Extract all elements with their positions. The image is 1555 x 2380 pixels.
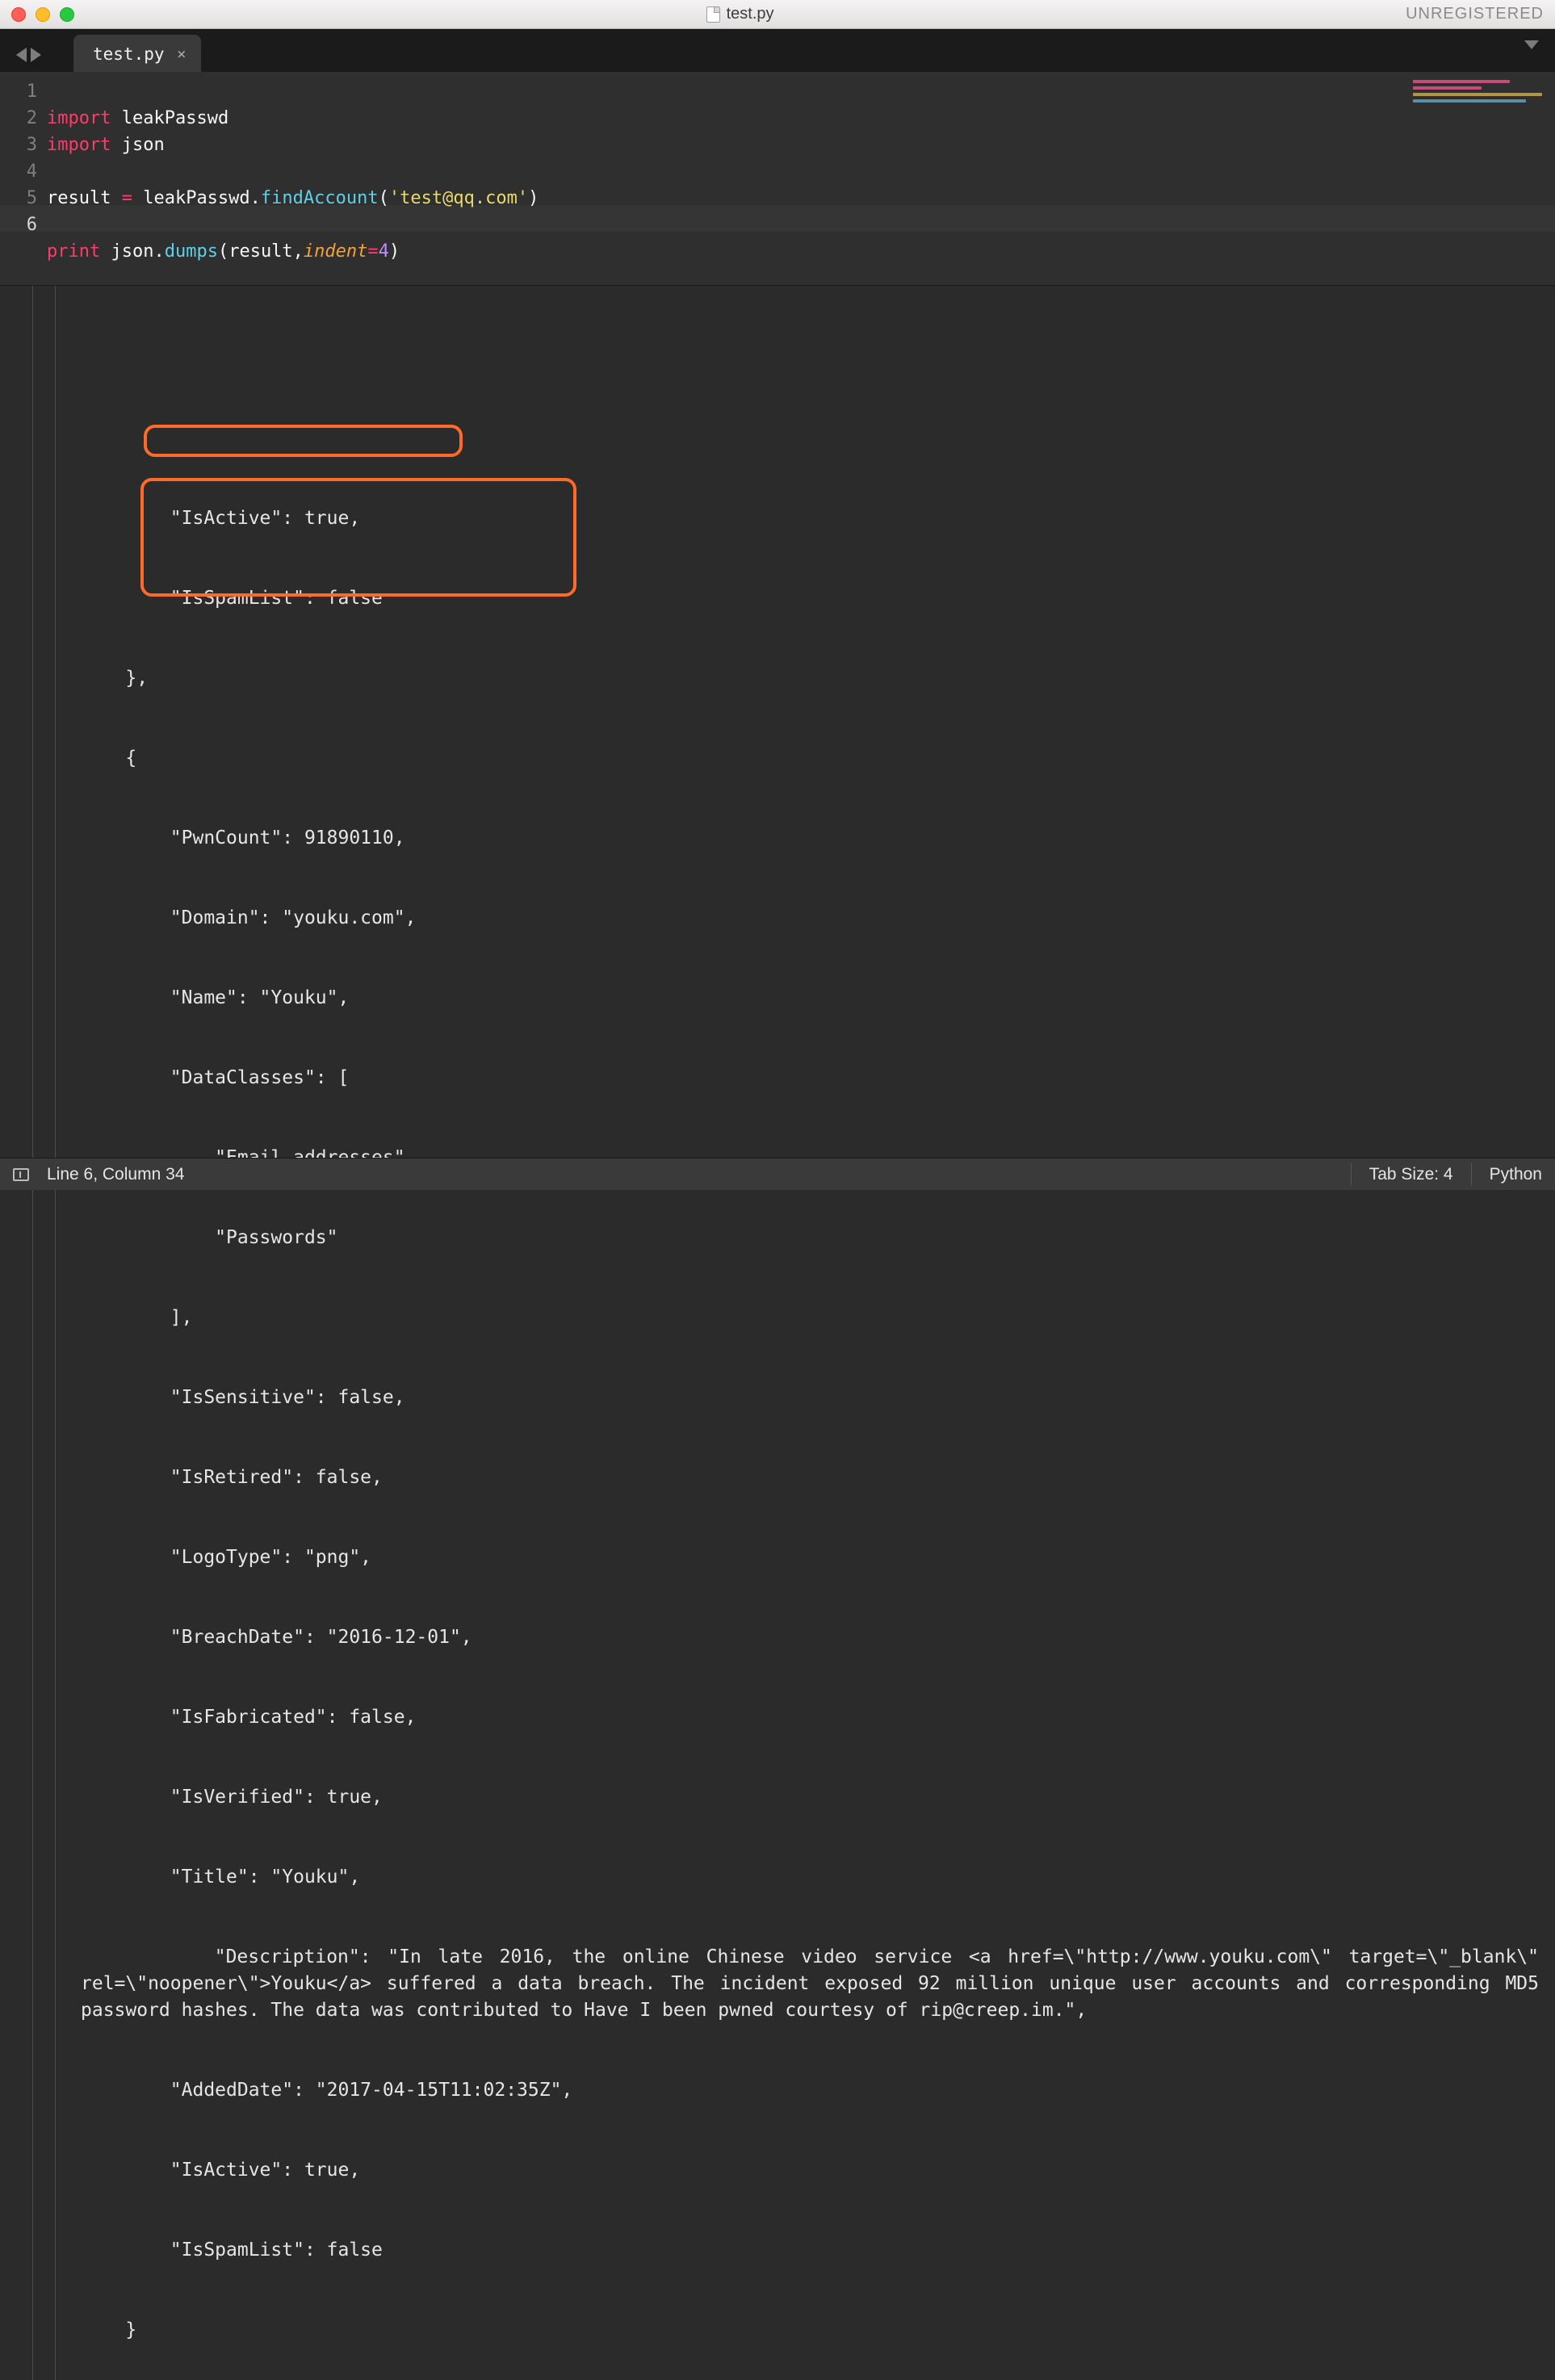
build-output-panel[interactable]: "IsActive": true, "IsSpamList": false },… — [0, 286, 1555, 2380]
code-op: = — [367, 241, 378, 262]
status-bar: Line 6, Column 34 Tab Size: 4 Python — [0, 1158, 1555, 1190]
nav-arrows — [8, 48, 49, 72]
code-ident: json — [100, 241, 153, 262]
code-ident: result — [47, 188, 122, 208]
output-line: "Name": "Youku", — [16, 985, 1539, 1012]
output-line: "Domain": "youku.com", — [16, 905, 1539, 932]
window-title: test.py — [74, 5, 1406, 23]
output-line: "IsRetired": false, — [16, 1464, 1539, 1491]
minimap[interactable] — [1413, 77, 1550, 113]
tab-label: test.py — [93, 44, 165, 64]
output-line: ], — [16, 1305, 1539, 1331]
tab-test-py[interactable]: test.py × — [73, 35, 201, 72]
line-number: 2 — [0, 105, 37, 132]
line-number-gutter: 1 2 3 4 5 6 — [0, 78, 47, 265]
output-line: } — [16, 2317, 1539, 2344]
output-line: "IsSpamList": false — [16, 2237, 1539, 2264]
output-line: "LogoType": "png", — [16, 1544, 1539, 1571]
highlight-dataclasses — [140, 478, 576, 597]
code-paren: ( — [218, 241, 228, 262]
tab-strip: test.py × — [0, 29, 1555, 72]
status-syntax[interactable]: Python — [1490, 1165, 1542, 1184]
output-line: "Passwords" — [16, 1225, 1539, 1251]
output-line: "IsSpamList": false — [16, 585, 1539, 612]
minimap-line — [1413, 86, 1482, 90]
code-keyword: print — [47, 241, 100, 262]
output-line: "IsSensitive": false, — [16, 1385, 1539, 1411]
output-line: "IsActive": true, — [16, 505, 1539, 532]
output-line: "BreachDate": "2016-12-01", — [16, 1624, 1539, 1651]
code-op: = — [122, 188, 132, 208]
output-line: "AddedDate": "2017-04-15T11:02:35Z", — [16, 2077, 1539, 2104]
traffic-lights — [11, 7, 74, 22]
minimap-line — [1413, 80, 1510, 83]
highlight-domain — [144, 425, 463, 457]
code-dot: . — [153, 241, 164, 262]
source-editor[interactable]: 1 2 3 4 5 6 import leakPasswd import jso… — [0, 72, 1555, 286]
minimize-window-button[interactable] — [36, 7, 50, 22]
code-keyword: import — [47, 135, 111, 155]
status-separator — [1351, 1163, 1352, 1185]
output-line: }, — [16, 665, 1539, 692]
code-keyword: import — [47, 108, 111, 128]
code-param: indent — [304, 241, 367, 262]
code-area[interactable]: import leakPasswd import json result = l… — [47, 78, 1555, 265]
output-line: "IsActive": true, — [16, 2157, 1539, 2184]
close-window-button[interactable] — [11, 7, 26, 22]
file-icon — [706, 6, 720, 23]
code-ident: leakPasswd — [132, 188, 250, 208]
window-title-text: test.py — [727, 5, 774, 23]
output-line: "IsFabricated": false, — [16, 1704, 1539, 1731]
status-line-col[interactable]: Line 6, Column 34 — [47, 1165, 184, 1184]
nav-forward-button[interactable] — [31, 48, 41, 62]
output-line: "DataClasses": [ — [16, 1065, 1539, 1092]
output-line: "IsVerified": true, — [16, 1784, 1539, 1811]
unregistered-label: UNREGISTERED — [1406, 5, 1544, 23]
window-titlebar: test.py UNREGISTERED — [0, 0, 1555, 29]
code-module: json — [122, 135, 165, 155]
minimap-line — [1413, 93, 1542, 96]
output-line: "Description": "In late 2016, the online… — [16, 1944, 1539, 2024]
code-func: dumps — [165, 241, 218, 262]
code-dot: . — [250, 188, 261, 208]
status-tabsize[interactable]: Tab Size: 4 — [1369, 1165, 1453, 1184]
line-number: 4 — [0, 158, 37, 185]
code-paren: ) — [389, 241, 400, 262]
output-line: "Title": "Youku", — [16, 1864, 1539, 1891]
code-arg: result, — [228, 241, 304, 262]
panel-toggle-icon[interactable] — [13, 1168, 29, 1181]
code-string: 'test@qq.com' — [389, 188, 528, 208]
output-line: { — [16, 745, 1539, 772]
code-paren: ( — [379, 188, 389, 208]
code-module: leakPasswd — [122, 108, 228, 128]
tab-close-button[interactable]: × — [177, 45, 186, 63]
tab-overflow-menu[interactable] — [1524, 40, 1539, 49]
zoom-window-button[interactable] — [60, 7, 74, 22]
line-number: 1 — [0, 78, 37, 105]
code-number: 4 — [379, 241, 389, 262]
output-line: "PwnCount": 91890110, — [16, 825, 1539, 852]
code-paren: ) — [528, 188, 539, 208]
nav-back-button[interactable] — [16, 48, 27, 62]
line-number: 3 — [0, 132, 37, 158]
code-func: findAccount — [261, 188, 379, 208]
minimap-line — [1413, 99, 1526, 103]
status-separator — [1471, 1163, 1472, 1185]
